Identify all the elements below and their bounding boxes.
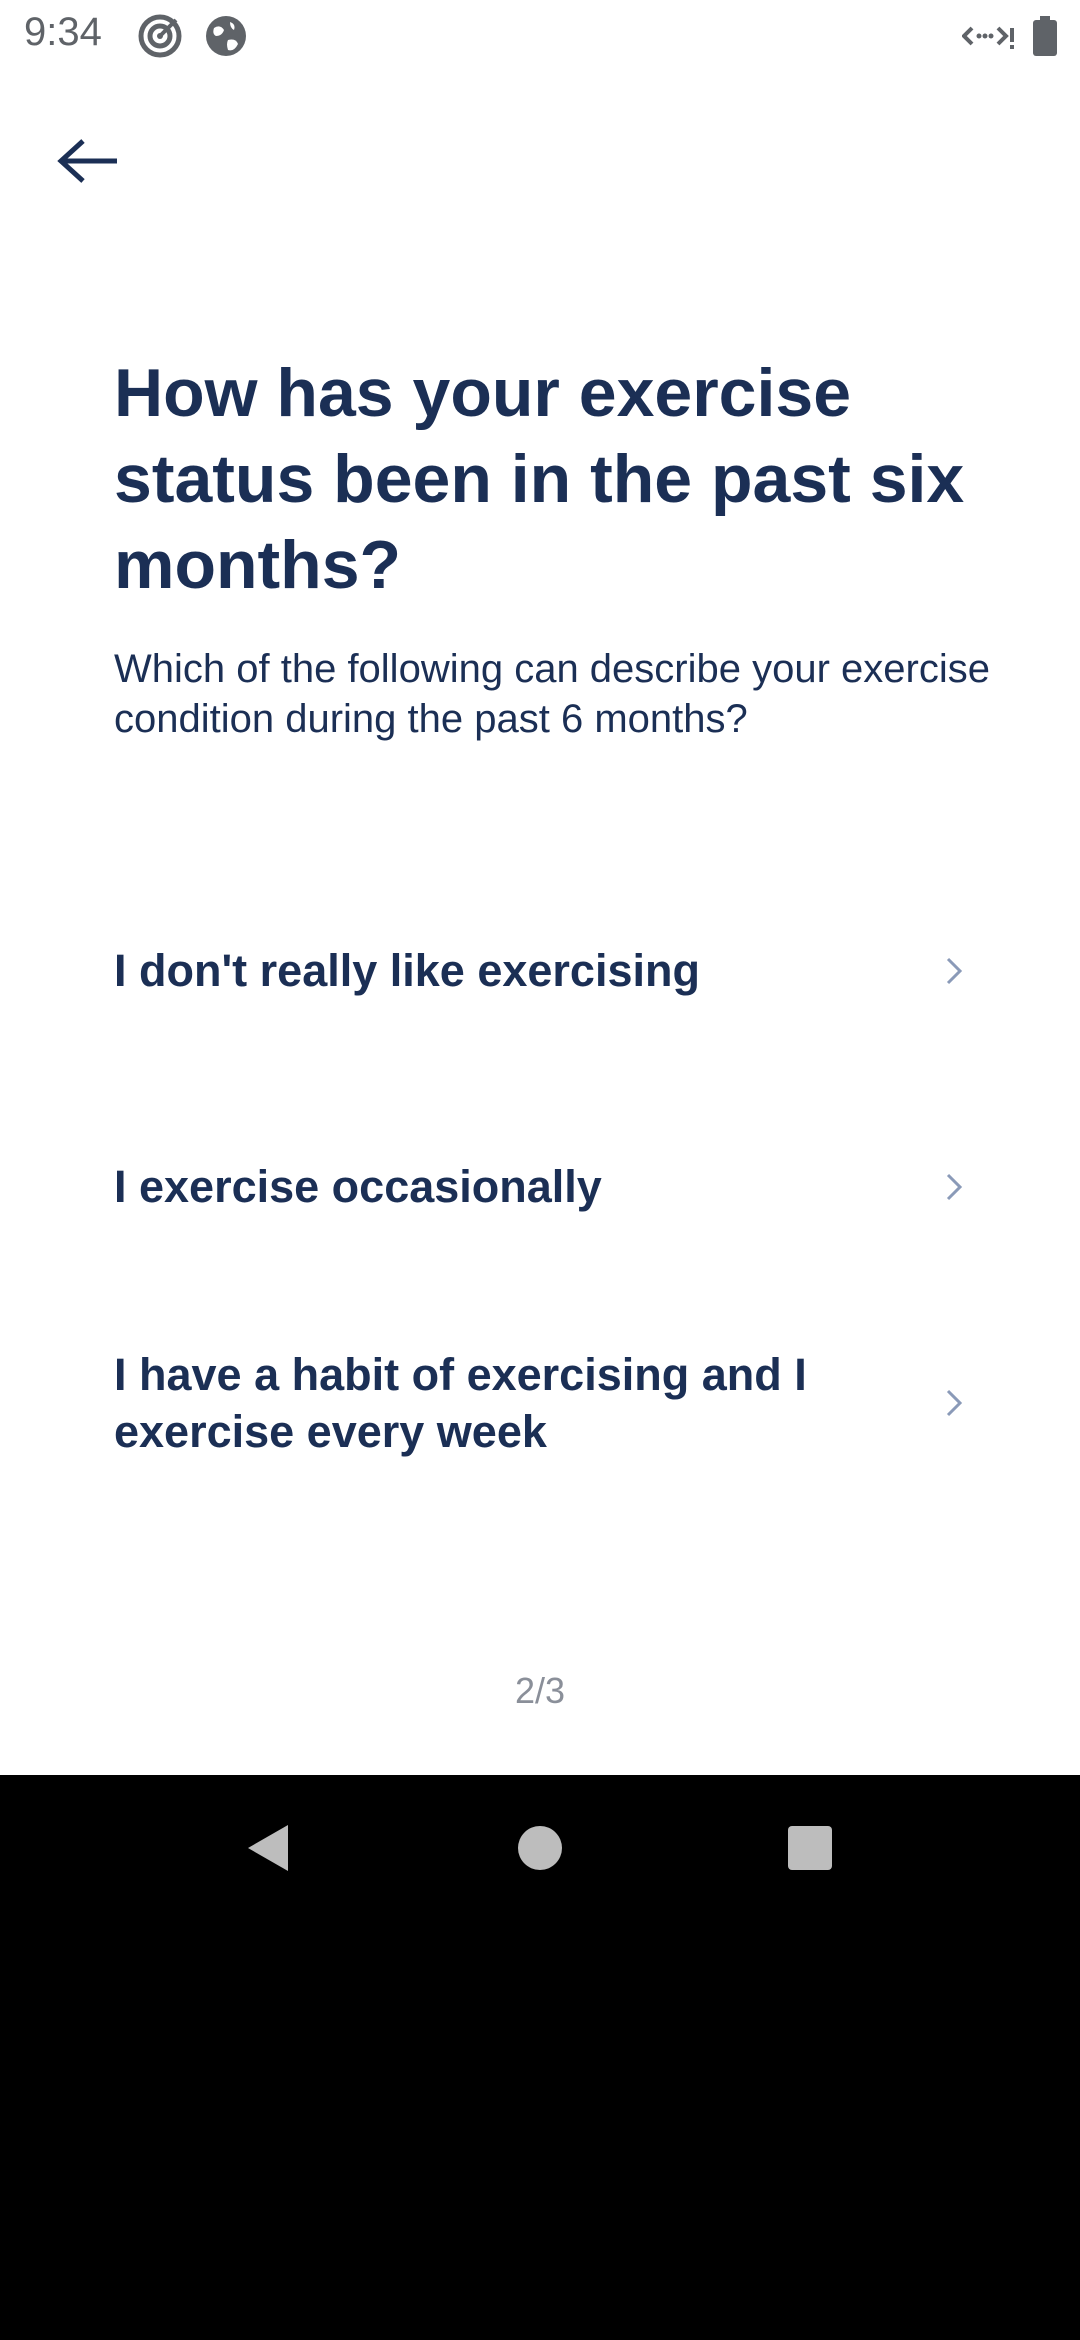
system-navigation-bar [0, 1775, 1080, 1923]
nav-home-button[interactable] [495, 1805, 585, 1895]
app-screen: 9:34 How has your exercise status been i… [0, 0, 1080, 1775]
nav-recents-button[interactable] [765, 1805, 855, 1895]
back-button[interactable] [46, 124, 132, 202]
chevron-right-icon [934, 1167, 974, 1207]
option-dislike-exercising[interactable]: I don't really like exercising [114, 942, 974, 999]
option-label: I exercise occasionally [114, 1161, 602, 1212]
option-label: I have a habit of exercising and I exerc… [114, 1349, 807, 1457]
nav-back-icon [242, 1821, 292, 1880]
option-exercise-occasionally[interactable]: I exercise occasionally [114, 1158, 974, 1215]
chevron-right-icon [934, 951, 974, 991]
question-subtitle: Which of the following can describe your… [114, 647, 990, 741]
battery-icon [1030, 14, 1060, 58]
nav-back-button[interactable] [222, 1805, 312, 1895]
target-icon [138, 14, 182, 58]
nav-home-icon [517, 1825, 563, 1876]
chevron-right-icon [934, 1383, 974, 1423]
status-time: 9:34 [24, 10, 102, 54]
arrow-left-icon [57, 137, 121, 190]
nav-recents-icon [787, 1825, 833, 1876]
question-title: How has your exercise status been in the… [114, 355, 965, 603]
page-indicator: 2/3 [514, 1670, 566, 1711]
option-exercise-weekly[interactable]: I have a habit of exercising and I exerc… [114, 1346, 974, 1460]
globe-icon [204, 14, 248, 58]
data-transfer-icon [961, 14, 1016, 58]
option-label: I don't really like exercising [114, 945, 700, 996]
status-bar: 9:34 [0, 0, 1080, 72]
